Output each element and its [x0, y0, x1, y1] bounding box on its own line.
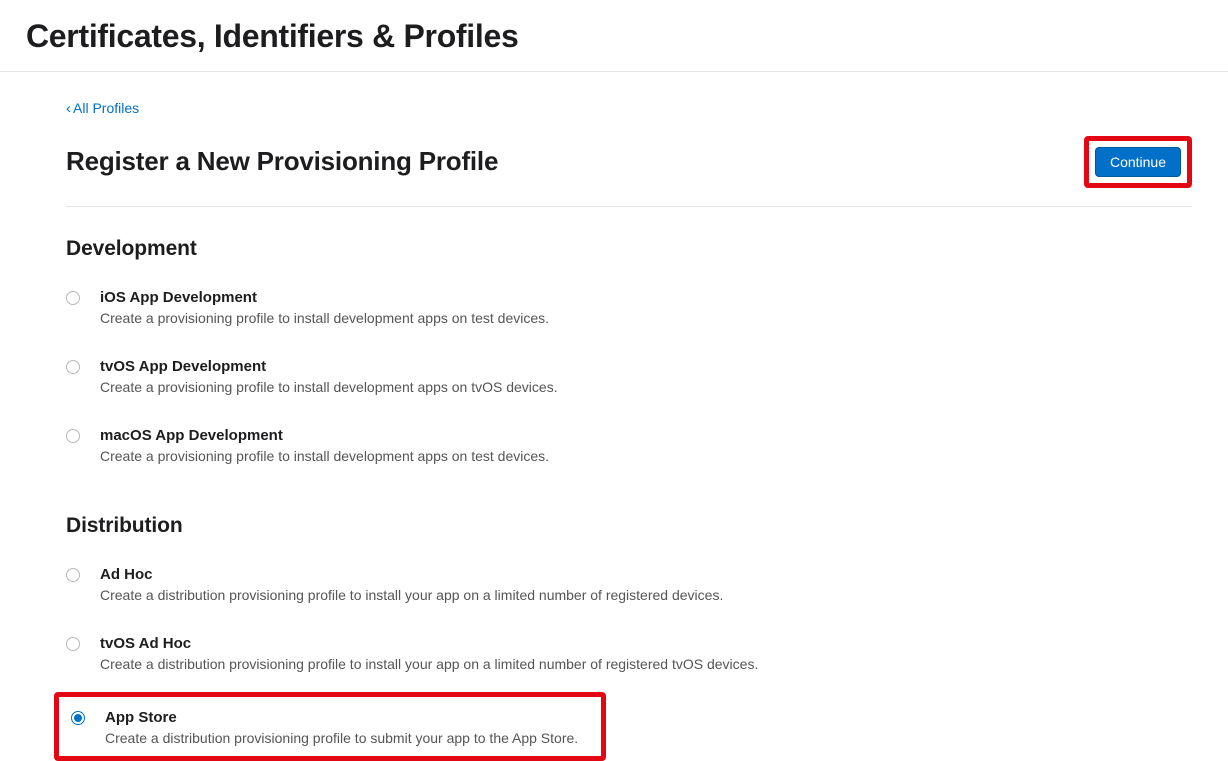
option-desc: Create a provisioning profile to install…	[100, 379, 558, 395]
section-title-development: Development	[66, 237, 1192, 261]
radio-ios-app-development[interactable]	[66, 291, 80, 305]
option-app-store[interactable]: App Store Create a distribution provisio…	[65, 705, 595, 746]
option-title: macOS App Development	[100, 427, 549, 444]
subheader-row: Register a New Provisioning Profile Cont…	[66, 136, 1192, 207]
content: ‹ All Profiles Register a New Provisioni…	[40, 72, 1218, 761]
section-title-distribution: Distribution	[66, 514, 1192, 538]
option-macos-app-development[interactable]: macOS App Development Create a provision…	[66, 415, 1192, 484]
option-ad-hoc[interactable]: Ad Hoc Create a distribution provisionin…	[66, 554, 1192, 623]
option-title: App Store	[105, 709, 578, 726]
option-title: tvOS App Development	[100, 358, 558, 375]
radio-ad-hoc[interactable]	[66, 568, 80, 582]
page-title: Certificates, Identifiers & Profiles	[26, 18, 1202, 55]
option-desc: Create a distribution provisioning profi…	[100, 656, 758, 672]
chevron-left-icon: ‹	[66, 101, 71, 116]
option-tvos-ad-hoc[interactable]: tvOS Ad Hoc Create a distribution provis…	[66, 623, 1192, 692]
option-desc: Create a distribution provisioning profi…	[105, 730, 578, 746]
option-title: Ad Hoc	[100, 566, 723, 583]
radio-app-store[interactable]	[71, 711, 85, 725]
option-ios-app-development[interactable]: iOS App Development Create a provisionin…	[66, 277, 1192, 346]
subheader-title: Register a New Provisioning Profile	[66, 146, 498, 177]
radio-macos-app-development[interactable]	[66, 429, 80, 443]
highlight-app-store: App Store Create a distribution provisio…	[54, 692, 606, 761]
highlight-continue: Continue	[1084, 136, 1192, 188]
option-desc: Create a provisioning profile to install…	[100, 448, 549, 464]
option-title: iOS App Development	[100, 289, 549, 306]
continue-button[interactable]: Continue	[1095, 147, 1181, 177]
radio-tvos-app-development[interactable]	[66, 360, 80, 374]
radio-tvos-ad-hoc[interactable]	[66, 637, 80, 651]
option-desc: Create a provisioning profile to install…	[100, 310, 549, 326]
back-link-all-profiles[interactable]: ‹ All Profiles	[66, 100, 139, 116]
option-tvos-app-development[interactable]: tvOS App Development Create a provisioni…	[66, 346, 1192, 415]
page-header: Certificates, Identifiers & Profiles	[0, 0, 1228, 72]
option-title: tvOS Ad Hoc	[100, 635, 758, 652]
option-desc: Create a distribution provisioning profi…	[100, 587, 723, 603]
back-link-label: All Profiles	[73, 100, 139, 116]
